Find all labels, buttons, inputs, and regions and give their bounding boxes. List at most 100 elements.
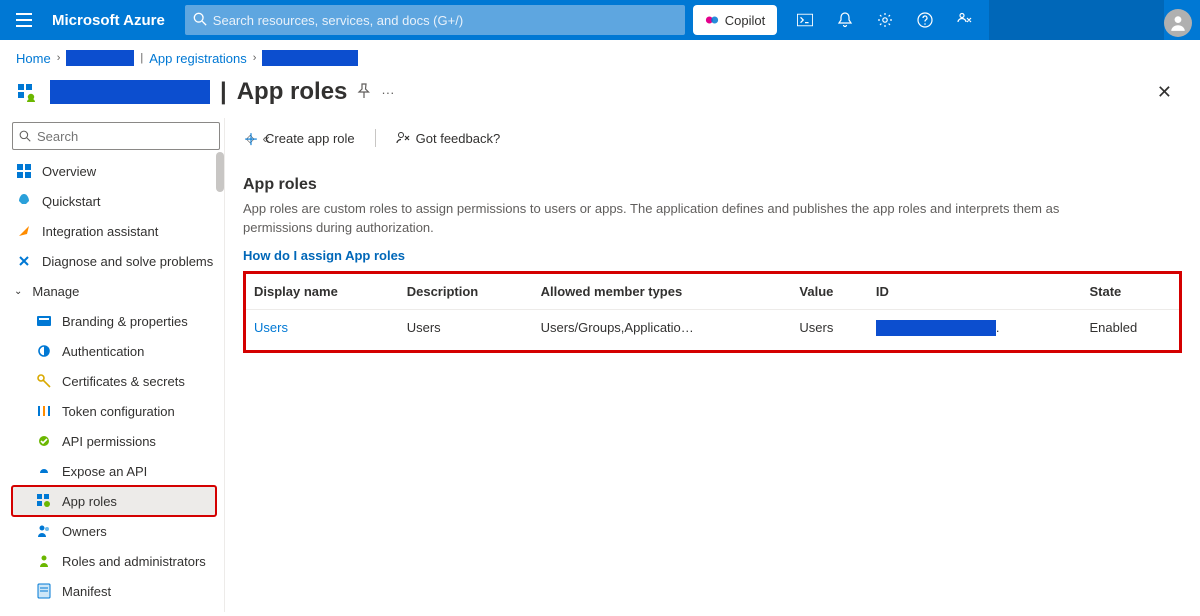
sidebar-item-label: Roles and administrators xyxy=(62,554,206,569)
sidebar-item-label: Authentication xyxy=(62,344,144,359)
chevron-right-icon: › xyxy=(253,52,257,64)
sidebar-item-label: Manifest xyxy=(62,584,111,599)
section-title: App roles xyxy=(243,176,1182,194)
breadcrumb-home[interactable]: Home xyxy=(16,51,51,66)
more-actions-icon[interactable]: ··· xyxy=(381,85,394,100)
sidebar-group-manage[interactable]: ⌄ Manage xyxy=(12,276,216,306)
row-display-name-link[interactable]: Users xyxy=(254,320,288,335)
sidebar-scrollbar-thumb[interactable] xyxy=(216,152,224,192)
pin-icon[interactable] xyxy=(357,83,371,102)
sidebar-item-expose-api[interactable]: Expose an API xyxy=(12,456,216,486)
col-allowed-member-types[interactable]: Allowed member types xyxy=(533,274,792,310)
chevron-right-icon: › xyxy=(57,52,61,64)
sidebar-item-label: Branding & properties xyxy=(62,314,188,329)
col-id[interactable]: ID xyxy=(868,274,1082,310)
avatar[interactable] xyxy=(1164,9,1192,37)
sidebar-item-label: App roles xyxy=(62,494,117,509)
sidebar-search-input[interactable] xyxy=(37,129,213,144)
sidebar: ◇ « Overview Quickstart Integration assi… xyxy=(0,118,225,612)
row-id: . xyxy=(868,309,1082,346)
sidebar-item-overview[interactable]: Overview xyxy=(12,156,216,186)
row-state: Enabled xyxy=(1081,309,1179,346)
sidebar-item-label: Integration assistant xyxy=(42,224,158,239)
manifest-icon xyxy=(36,583,52,599)
search-icon xyxy=(19,130,31,142)
command-separator xyxy=(375,129,376,147)
sidebar-item-label: Token configuration xyxy=(62,404,175,419)
sidebar-item-label: Manage xyxy=(32,284,79,299)
api-permissions-icon xyxy=(36,433,52,449)
sidebar-item-authentication[interactable]: Authentication xyxy=(12,336,216,366)
copilot-button[interactable]: Copilot xyxy=(693,5,777,35)
sidebar-item-label: Certificates & secrets xyxy=(62,374,185,389)
sidebar-nav: Overview Quickstart Integration assistan… xyxy=(12,156,216,606)
app-roles-table: Display name Description Allowed member … xyxy=(246,274,1179,347)
sidebar-item-diagnose[interactable]: Diagnose and solve problems xyxy=(12,246,216,276)
sidebar-item-label: Overview xyxy=(42,164,96,179)
page-title-row: | App roles ··· ✕ xyxy=(0,70,1200,118)
help-link-assign-app-roles[interactable]: How do I assign App roles xyxy=(243,248,405,263)
got-feedback-label: Got feedback? xyxy=(416,131,501,146)
sidebar-item-branding[interactable]: Branding & properties xyxy=(12,306,216,336)
col-value[interactable]: Value xyxy=(791,274,867,310)
section-description: App roles are custom roles to assign per… xyxy=(243,200,1123,238)
create-app-role-button[interactable]: ＋ Create app role xyxy=(243,126,355,150)
close-blade-icon[interactable]: ✕ xyxy=(1157,82,1172,103)
page-title: App roles xyxy=(237,78,348,106)
sidebar-item-owners[interactable]: Owners xyxy=(12,516,216,546)
global-search[interactable] xyxy=(185,5,685,35)
feedback-icon[interactable] xyxy=(945,0,985,40)
account-tenant-block[interactable] xyxy=(989,0,1164,40)
sidebar-item-manifest[interactable]: Manifest xyxy=(12,576,216,606)
rocket-icon xyxy=(16,193,32,209)
sidebar-item-api-permissions[interactable]: API permissions xyxy=(12,426,216,456)
rocket-icon xyxy=(16,223,32,239)
col-description[interactable]: Description xyxy=(399,274,533,310)
col-display-name[interactable]: Display name xyxy=(246,274,399,310)
got-feedback-button[interactable]: Got feedback? xyxy=(396,131,501,146)
row-value: Users xyxy=(791,309,867,346)
page-title-separator: | xyxy=(220,78,227,106)
header-actions xyxy=(785,0,985,40)
settings-icon[interactable] xyxy=(865,0,905,40)
owners-icon xyxy=(36,523,52,539)
table-row[interactable]: Users Users Users/Groups,Applicatio… Use… xyxy=(246,309,1179,346)
row-description: Users xyxy=(399,309,533,346)
sidebar-item-roles-admins[interactable]: Roles and administrators xyxy=(12,546,216,576)
brand-label[interactable]: Microsoft Azure xyxy=(44,12,181,29)
sidebar-item-app-roles[interactable]: App roles xyxy=(12,486,216,516)
breadcrumb-app-registrations[interactable]: App registrations xyxy=(149,51,247,66)
sidebar-item-certificates[interactable]: Certificates & secrets xyxy=(12,366,216,396)
sidebar-item-quickstart[interactable]: Quickstart xyxy=(12,186,216,216)
global-search-input[interactable] xyxy=(213,13,677,28)
overview-icon xyxy=(16,163,32,179)
key-icon xyxy=(36,373,52,389)
sidebar-item-integration-assistant[interactable]: Integration assistant xyxy=(12,216,216,246)
sidebar-item-token-configuration[interactable]: Token configuration xyxy=(12,396,216,426)
breadcrumb-separator: | xyxy=(140,52,143,64)
page-title-redacted-appname xyxy=(50,80,210,104)
notifications-icon[interactable] xyxy=(825,0,865,40)
hamburger-menu[interactable] xyxy=(4,0,44,40)
breadcrumb-redacted-2[interactable] xyxy=(262,50,358,66)
breadcrumb: Home › | App registrations › xyxy=(0,40,1200,70)
sidebar-item-label: Expose an API xyxy=(62,464,147,479)
expose-api-icon xyxy=(36,463,52,479)
sidebar-search[interactable] xyxy=(12,122,220,150)
auth-icon xyxy=(36,343,52,359)
plus-icon: ＋ xyxy=(243,126,259,150)
breadcrumb-redacted-1[interactable] xyxy=(66,50,134,66)
main-content: ＋ Create app role Got feedback? App role… xyxy=(225,118,1200,612)
app-roles-table-highlight: Display name Description Allowed member … xyxy=(243,271,1182,354)
sidebar-item-label: Quickstart xyxy=(42,194,101,209)
global-header: Microsoft Azure Copilot xyxy=(0,0,1200,40)
row-id-redacted xyxy=(876,320,996,336)
col-state[interactable]: State xyxy=(1081,274,1179,310)
table-header: Display name Description Allowed member … xyxy=(246,274,1179,310)
cloud-shell-icon[interactable] xyxy=(785,0,825,40)
create-app-role-label: Create app role xyxy=(265,131,355,146)
token-icon xyxy=(36,403,52,419)
help-icon[interactable] xyxy=(905,0,945,40)
sidebar-item-label: Owners xyxy=(62,524,107,539)
sidebar-item-label: Diagnose and solve problems xyxy=(42,254,213,269)
